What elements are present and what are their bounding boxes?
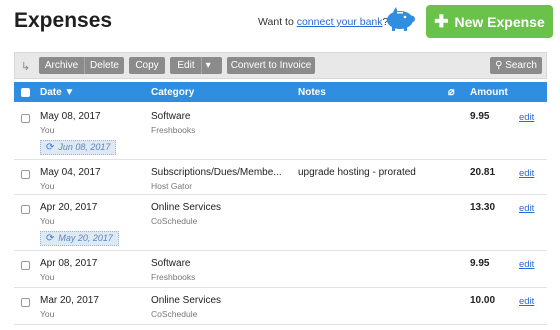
row-category: Online Services [151, 295, 222, 306]
delete-button[interactable]: Delete [84, 57, 124, 74]
row-amount: 10.00 [470, 295, 496, 306]
row-amount: 9.95 [470, 111, 490, 122]
plus-icon: ✚ [434, 12, 449, 31]
row-date: May 04, 2017 [40, 167, 101, 178]
new-expense-button[interactable]: ✚ New Expense [426, 5, 553, 38]
archive-button[interactable]: Archive [39, 57, 84, 74]
row-author: You [40, 309, 55, 319]
row-edit-link[interactable]: edit [519, 112, 534, 123]
row-category: Software [151, 258, 191, 269]
row-author: You [40, 272, 55, 282]
row-amount: 9.95 [470, 258, 490, 269]
new-expense-label: New Expense [454, 13, 545, 30]
column-amount-header[interactable]: Amount [470, 87, 508, 98]
row-vendor: Freshbooks [151, 125, 196, 135]
row-category: Online Services [151, 202, 222, 213]
table-row[interactable]: Apr 20, 2017 You Online Services CoSched… [14, 195, 547, 251]
row-checkbox[interactable] [21, 261, 30, 270]
select-all-checkbox[interactable] [21, 88, 30, 97]
row-date: May 08, 2017 [40, 111, 101, 122]
action-toolbar: ↳ Archive Delete Copy Edit ▾ Convert to I… [14, 52, 547, 79]
row-edit-link[interactable]: edit [519, 296, 534, 307]
search-button[interactable]: ⚲ Search [490, 57, 542, 74]
row-author: You [40, 216, 55, 226]
recurring-icon: ⟳ [46, 233, 55, 244]
row-notes: upgrade hosting - prorated [298, 167, 416, 178]
row-edit-link[interactable]: edit [519, 259, 534, 270]
recurring-badge[interactable]: ⟳ May 20, 2017 [40, 231, 119, 246]
table-row[interactable]: Apr 08, 2017 You Software Freshbooks 9.9… [14, 251, 547, 288]
row-vendor: Host Gator [151, 181, 193, 191]
row-checkbox[interactable] [21, 205, 30, 214]
chevron-down-icon: ▾ [200, 57, 215, 74]
row-amount: 20.81 [470, 167, 496, 178]
table-row[interactable]: May 08, 2017 You Software Freshbooks 9.9… [14, 104, 547, 160]
row-edit-link[interactable]: edit [519, 203, 534, 214]
column-notes-header[interactable]: Notes [298, 87, 326, 98]
search-label: Search [505, 60, 537, 71]
row-vendor: CoSchedule [151, 216, 198, 226]
row-date: Mar 20, 2017 [40, 295, 99, 306]
row-checkbox[interactable] [21, 114, 30, 123]
column-date-header[interactable]: Date ▼ [40, 87, 74, 98]
recurring-date: Jun 08, 2017 [58, 142, 111, 152]
recurring-date: May 20, 2017 [58, 233, 113, 243]
select-arrow-icon: ↳ [21, 61, 31, 73]
pig-mascot-icon [387, 7, 415, 31]
row-author: You [40, 181, 55, 191]
row-vendor: Freshbooks [151, 272, 196, 282]
page-title: Expenses [14, 9, 113, 32]
connect-bank-link[interactable]: connect your bank [297, 16, 383, 28]
convert-to-invoice-button[interactable]: Convert to Invoice [227, 57, 315, 74]
table-row[interactable]: Mar 20, 2017 You Online Services CoSched… [14, 288, 547, 325]
search-icon: ⚲ [495, 60, 503, 71]
column-category-header[interactable]: Category [151, 87, 194, 98]
row-date: Apr 08, 2017 [40, 258, 98, 269]
paperclip-icon: ⌀ [448, 86, 455, 98]
row-category: Subscriptions/Dues/Membe... [151, 167, 282, 178]
recurring-icon: ⟳ [46, 142, 55, 153]
edit-dropdown-label: Edit [177, 60, 195, 71]
table-row[interactable]: May 04, 2017 You Subscriptions/Dues/Memb… [14, 160, 547, 195]
row-checkbox[interactable] [21, 170, 30, 179]
row-author: You [40, 125, 55, 135]
copy-button[interactable]: Copy [129, 57, 165, 74]
recurring-badge[interactable]: ⟳ Jun 08, 2017 [40, 140, 117, 155]
row-edit-link[interactable]: edit [519, 168, 534, 179]
row-date: Apr 20, 2017 [40, 202, 98, 213]
bank-prompt: Want to connect your bank? [258, 16, 388, 28]
row-amount: 13.30 [470, 202, 496, 213]
bank-prompt-prefix: Want to [258, 16, 297, 28]
row-checkbox[interactable] [21, 298, 30, 307]
table-header: Date ▼ Category Notes ⌀ Amount [14, 82, 547, 102]
edit-dropdown-button[interactable]: Edit ▾ [170, 57, 222, 74]
row-category: Software [151, 111, 191, 122]
row-vendor: CoSchedule [151, 309, 198, 319]
